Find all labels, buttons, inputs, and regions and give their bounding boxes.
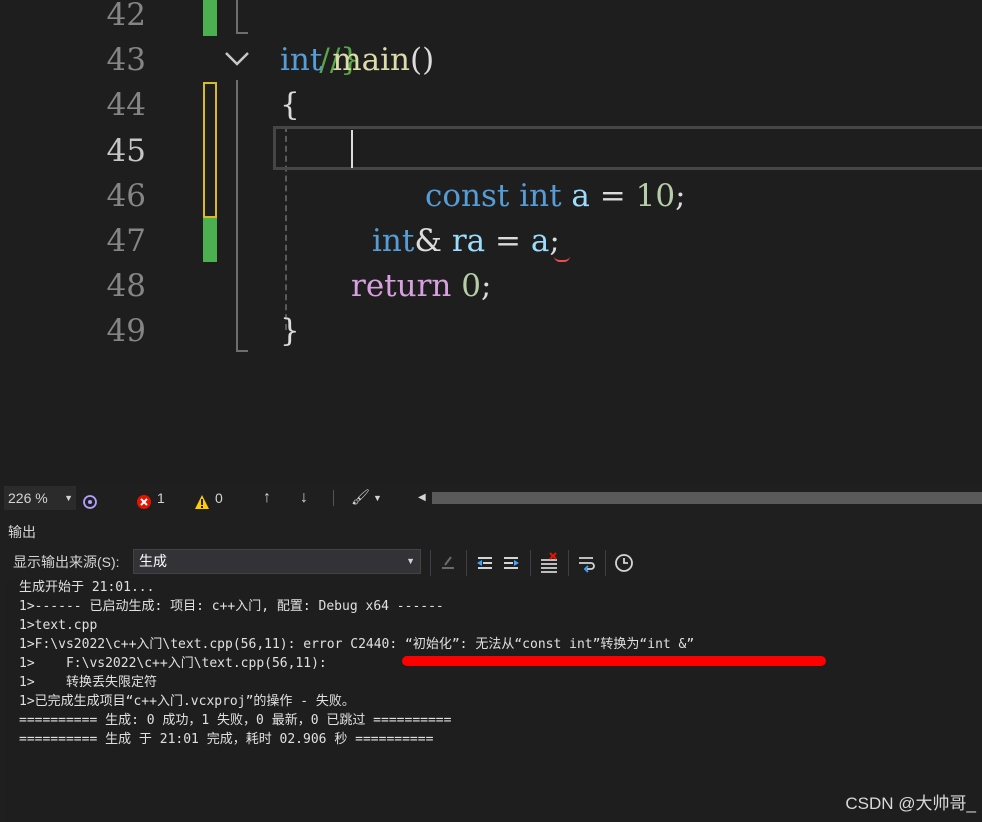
change-mark-saved [203,218,217,262]
divider [466,550,467,576]
code-line-43: int main() [280,42,435,78]
watermark: CSDN @大帅哥_ [845,794,976,813]
line-number: 47 [106,223,146,259]
collapse-chevron-icon[interactable] [224,50,250,68]
log-line: ========== 生成 于 21:01 完成，耗时 02.906 秒 ===… [19,732,434,747]
word-wrap-icon[interactable] [576,552,598,574]
line-number: 49 [106,313,146,349]
current-line-highlight [273,126,982,170]
error-count[interactable]: 1 [157,486,165,510]
log-line: 1> 转换丢失限定符 [19,675,157,690]
line-number: 46 [106,178,146,214]
log-line: 1>text.cpp [19,618,98,633]
log-line: 生成开始于 21:01... [19,580,155,595]
previous-message-icon[interactable] [474,552,496,574]
horizontal-scrollbar[interactable] [432,492,982,504]
scrollbar-thumb[interactable] [432,492,982,504]
editor-status-bar: 226 % ▼ 1 0 ↑ ↓ 🖌 ▼ ◀ [0,486,982,510]
output-source-select[interactable]: 生成 ▼ [133,549,421,574]
clear-all-icon[interactable] [538,552,560,574]
change-mark-unsaved [203,82,217,218]
goto-location-icon[interactable] [437,552,459,574]
line-number: 44 [106,87,146,123]
log-line-error[interactable]: 1>F:\vs2022\c++入门\text.cpp(56,11): error… [19,635,694,654]
log-line: ========== 生成: 0 成功，1 失败，0 最新，0 已跳过 ====… [19,713,452,728]
divider [333,490,334,506]
code-line-44: { [280,87,300,123]
warning-count[interactable]: 0 [215,486,223,510]
panel-title: 输出 [8,524,36,540]
output-log[interactable]: 生成开始于 21:01... 1>------ 已启动生成: 项目: c++入门… [6,578,982,822]
error-squiggle[interactable] [554,254,570,262]
brush-icon[interactable]: 🖌 [351,486,370,510]
scroll-left-icon[interactable]: ◀ [418,486,426,510]
output-source-value: 生成 [139,553,167,569]
code-line-47: int& ra = a; [372,223,560,259]
line-number: 43 [106,42,146,78]
output-panel: 输出 显示输出来源(S): 生成 ▼ 生成开始于 21:01... 1>----… [0,510,982,822]
divider [430,550,431,576]
red-annotation-underline [402,656,826,666]
zoom-value: 226 % [8,490,48,506]
fold-guide [236,80,248,352]
text-cursor [351,130,353,168]
divider [568,550,569,576]
log-line: 1>------ 已启动生成: 项目: c++入门, 配置: Debug x64… [19,599,444,614]
output-source-label: 显示输出来源(S): [13,554,120,570]
line-number: 48 [106,268,146,304]
arrow-up-icon[interactable]: ↑ [263,486,271,510]
timestamp-clock-icon[interactable] [613,552,635,574]
log-line: 1>已完成生成项目“c++入门.vcxproj”的操作 - 失败。 [19,694,355,709]
zoom-dropdown[interactable]: 226 % ▼ [4,486,76,510]
next-message-icon[interactable] [500,552,522,574]
line-number-current: 45 [106,133,146,169]
divider [530,550,531,576]
code-line-48: return 0; [351,268,492,304]
code-line-49: } [280,313,300,349]
chevron-down-icon[interactable]: ▼ [373,486,382,510]
change-mark-saved [203,0,217,36]
log-line: 1> F:\vs2022\c++入门\text.cpp(56,11): [19,656,327,671]
fold-guide [236,0,248,34]
divider [605,550,606,576]
chevron-down-icon: ▼ [64,493,73,503]
chevron-down-icon: ▼ [406,556,415,566]
line-number: 42 [106,0,146,33]
arrow-down-icon[interactable]: ↓ [300,486,308,510]
code-line-46: const int a = 10; [425,178,686,214]
code-line-42: //} [319,42,361,78]
code-editor[interactable]: 42 43 44 45 46 47 48 49 //} int main() {… [0,0,982,486]
